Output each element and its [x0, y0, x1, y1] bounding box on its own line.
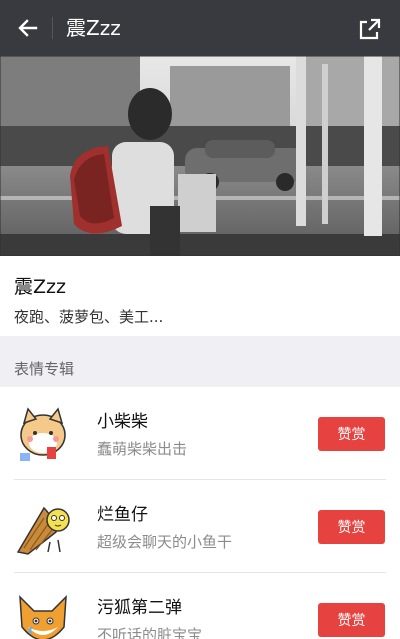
banner-image — [0, 56, 400, 256]
album-name: 烂鱼仔 — [97, 505, 148, 525]
album-name: 小柴柴 — [97, 412, 148, 432]
share-button[interactable] — [350, 9, 390, 49]
header-divider — [52, 17, 53, 39]
album-desc: 超级会聊天的小鱼干 — [97, 533, 233, 551]
back-button[interactable] — [8, 8, 48, 48]
album-item[interactable]: 污狐第二弹 不听话的脏宝宝 赞赏 — [0, 573, 400, 639]
top-bar: 震Zzz — [0, 0, 400, 56]
street-photo-image — [0, 56, 400, 256]
artist-tags: 夜跑、菠萝包、美工... — [14, 308, 164, 326]
reward-button[interactable]: 赞赏 — [318, 603, 385, 637]
reward-button[interactable]: 赞赏 — [318, 510, 385, 544]
section-title: 表情专辑 — [14, 360, 75, 378]
share-icon — [359, 18, 381, 40]
shiba-dog-icon — [20, 407, 66, 461]
album-name: 污狐第二弹 — [97, 598, 182, 618]
reward-button[interactable]: 赞赏 — [318, 417, 385, 451]
artist-info: 震Zzz 夜跑、菠萝包、美工... — [0, 256, 400, 336]
artist-name: 震Zzz — [14, 276, 66, 298]
page-title: 震Zzz — [66, 16, 121, 40]
arrow-left-icon — [18, 19, 38, 37]
fox-icon — [19, 595, 67, 639]
album-item[interactable]: 烂鱼仔 超级会聊天的小鱼干 赞赏 — [0, 480, 400, 573]
album-desc: 不听话的脏宝宝 — [97, 626, 203, 639]
album-item[interactable]: 小柴柴 蠢萌柴柴出击 赞赏 — [0, 387, 400, 480]
section-header: 表情专辑 — [0, 336, 400, 387]
album-desc: 蠢萌柴柴出击 — [97, 440, 188, 458]
dried-fish-icon — [16, 506, 70, 555]
